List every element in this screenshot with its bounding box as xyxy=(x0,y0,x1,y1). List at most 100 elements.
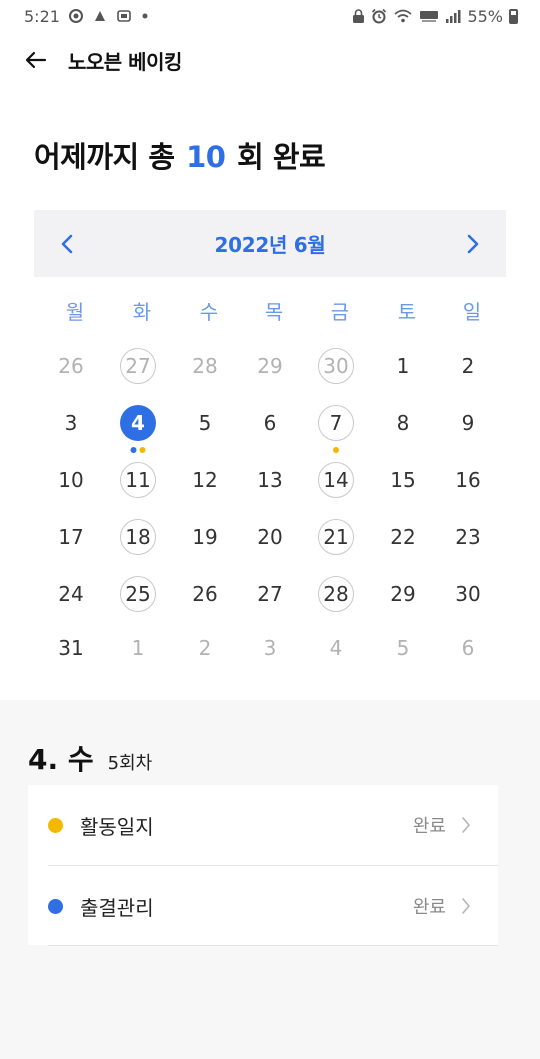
activity-dot-icon xyxy=(139,447,146,453)
calendar-day[interactable]: 6 xyxy=(450,630,486,666)
calendar-day[interactable]: 8 xyxy=(385,405,421,441)
app-notification-icon xyxy=(94,11,105,21)
status-dot-icon xyxy=(48,817,63,833)
list-item-status: 완료 xyxy=(412,816,446,837)
calendar-day[interactable]: 24 xyxy=(53,576,89,612)
weekday-row: 월화수목금토일 xyxy=(38,296,514,328)
battery-icon xyxy=(509,8,518,24)
calendar-day[interactable]: 14 xyxy=(318,462,354,498)
chevron-right-icon xyxy=(456,896,476,916)
calendar-day[interactable]: 22 xyxy=(385,519,421,555)
session-label: 5회차 xyxy=(107,753,153,774)
calendar-day[interactable]: 2 xyxy=(187,630,223,666)
status-left: 5:21 xyxy=(24,7,150,26)
list-item-attendance[interactable]: 출결관리 완료 xyxy=(28,866,498,946)
calendar-day[interactable]: 7 xyxy=(318,405,354,441)
weekday-label: 월 xyxy=(65,300,85,324)
weekday-label: 목 xyxy=(264,300,284,324)
calendar-day[interactable]: 3 xyxy=(53,405,89,441)
back-button[interactable] xyxy=(22,46,50,74)
calendar-day[interactable]: 28 xyxy=(187,348,223,384)
calendar-day[interactable]: 4 xyxy=(318,630,354,666)
calendar-day[interactable]: 17 xyxy=(53,519,89,555)
chevron-right-icon xyxy=(456,815,476,835)
chevron-right-icon xyxy=(467,234,479,253)
calendar-day[interactable]: 28 xyxy=(318,576,354,612)
status-time: 5:21 xyxy=(24,6,60,26)
calendar-day[interactable]: 29 xyxy=(385,576,421,612)
calendar-day[interactable]: 9 xyxy=(450,405,486,441)
back-arrow-icon xyxy=(25,51,47,69)
status-right: 55% xyxy=(352,7,518,26)
calendar-day[interactable]: 5 xyxy=(385,630,421,666)
calendar-day[interactable]: 6 xyxy=(252,405,288,441)
activity-card: 활동일지 완료 출결관리 완료 xyxy=(28,785,498,946)
app-notification-icon xyxy=(117,10,131,22)
alarm-icon xyxy=(372,8,387,24)
calendar-day[interactable]: 3 xyxy=(252,630,288,666)
calendar-grid: 26 27 28 29 30 1 2 3 4 5 6 7 8 9 10 11 12 13 14 15 16 17 18 19 2… xyxy=(0,0,540,700)
status-bar: 5:21 55% xyxy=(0,0,540,32)
calendar-day[interactable]: 20 xyxy=(252,519,288,555)
list-item-label: 활동일지 xyxy=(80,814,154,839)
calendar-day[interactable]: 27 xyxy=(120,348,156,384)
prev-month-button[interactable] xyxy=(52,229,82,259)
activity-indicator-dots xyxy=(130,447,146,453)
calendar-day[interactable]: 13 xyxy=(252,462,288,498)
list-item-activity-log[interactable]: 활동일지 완료 xyxy=(28,785,498,865)
battery-percent: 55% xyxy=(467,6,503,26)
page-title: 노오븐 베이킹 xyxy=(68,49,182,74)
calendar-day[interactable]: 23 xyxy=(450,519,486,555)
calendar-day[interactable]: 30 xyxy=(318,348,354,384)
calendar-day[interactable]: 15 xyxy=(385,462,421,498)
calendar-day[interactable]: 5 xyxy=(187,405,223,441)
calendar-day[interactable]: 25 xyxy=(120,576,156,612)
calendar-day[interactable]: 31 xyxy=(53,630,89,666)
calendar-day[interactable]: 26 xyxy=(53,348,89,384)
activity-dot-icon xyxy=(333,447,339,453)
hd-voice-icon xyxy=(420,11,439,22)
calendar-day[interactable]: 12 xyxy=(187,462,223,498)
selected-date-label: 4. 수 xyxy=(28,743,94,776)
weekday-label: 금 xyxy=(330,300,350,324)
calendar-day[interactable]: 30 xyxy=(450,576,486,612)
summary-count: 10 xyxy=(186,140,226,174)
divider xyxy=(48,945,498,946)
calendar-header: 2022년 6월 xyxy=(34,210,506,277)
signal-icon xyxy=(446,10,461,23)
summary-suffix: 회 완료 xyxy=(237,140,326,174)
calendar-month-title: 2022년 6월 xyxy=(214,233,326,257)
wifi-icon xyxy=(394,9,413,23)
calendar-day[interactable]: 29 xyxy=(252,348,288,384)
weekday-label: 토 xyxy=(397,300,417,324)
calendar-day[interactable]: 18 xyxy=(120,519,156,555)
weekday-label: 수 xyxy=(199,300,219,324)
lock-icon xyxy=(353,9,365,23)
day-detail-section: 4. 수 5회차 활동일지 완료 출결관리 완료 xyxy=(0,700,540,1059)
chevron-left-icon xyxy=(61,234,73,253)
calendar-day[interactable]: 21 xyxy=(318,519,354,555)
status-dot-icon xyxy=(48,898,63,914)
calendar-day[interactable]: 1 xyxy=(120,630,156,666)
calendar-day[interactable]: 16 xyxy=(450,462,486,498)
activity-dot-icon xyxy=(130,447,137,453)
selected-date-header: 4. 수 5회차 xyxy=(28,738,152,778)
calendar-day[interactable]: 1 xyxy=(385,348,421,384)
next-month-button[interactable] xyxy=(458,229,488,259)
calendar-day[interactable]: 10 xyxy=(53,462,89,498)
calendar-day[interactable]: 27 xyxy=(252,576,288,612)
calendar-day[interactable]: 11 xyxy=(120,462,156,498)
calendar-day-selected[interactable]: 4 xyxy=(120,405,156,441)
list-item-label: 출결관리 xyxy=(80,895,154,920)
activity-indicator-dots xyxy=(333,447,339,453)
weekday-label: 화 xyxy=(132,300,152,324)
weekday-label: 일 xyxy=(462,300,482,324)
calendar-day[interactable]: 2 xyxy=(450,348,486,384)
completion-summary: 어제까지 총 10 회 완료 xyxy=(34,134,326,176)
settings-icon xyxy=(68,9,83,23)
dot-icon xyxy=(142,13,148,19)
calendar-day[interactable]: 19 xyxy=(187,519,223,555)
summary-prefix: 어제까지 총 xyxy=(34,140,175,174)
calendar-day[interactable]: 26 xyxy=(187,576,223,612)
app-bar: 노오븐 베이킹 xyxy=(0,40,540,80)
